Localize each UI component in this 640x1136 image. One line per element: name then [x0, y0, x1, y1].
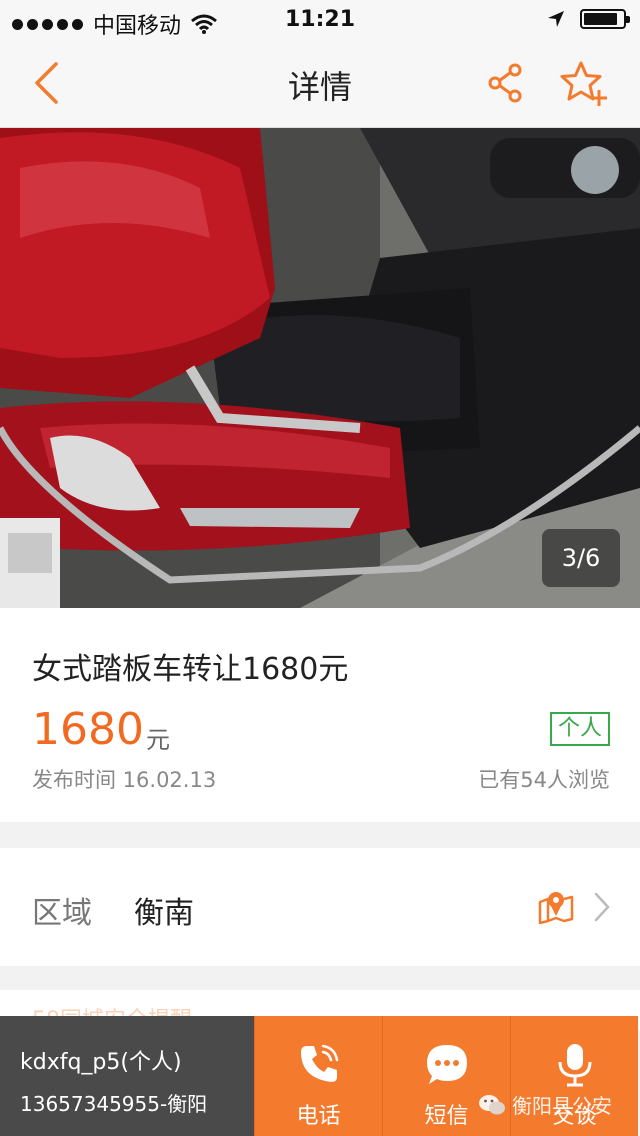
chevron-right-icon	[594, 892, 610, 922]
product-photo[interactable]: 3/6	[0, 128, 640, 608]
call-label: 电话	[296, 1104, 341, 1129]
listing-title: 女式踏板车转让1680元	[32, 652, 349, 687]
watermark-text: 衡阳县公安	[512, 1094, 612, 1118]
watermark: 衡阳县公安	[478, 1090, 612, 1119]
location-arrow-icon	[548, 11, 564, 27]
status-bar: 中国移动 11:21	[0, 0, 640, 40]
map-pin-icon	[538, 892, 574, 924]
phone-icon	[300, 1044, 338, 1082]
seller-type-badge: 个人	[549, 712, 610, 746]
seller-phone: 13657345955-衡阳	[20, 1092, 208, 1116]
seller-name: kdxfq_p5(个人)	[20, 1050, 182, 1075]
nav-bar: 详情	[0, 40, 640, 128]
wechat-icon	[479, 1094, 505, 1114]
publish-time: 发布时间 16.02.13	[32, 768, 217, 792]
region-value: 衡南	[134, 896, 194, 931]
listing-info: 女式踏板车转让1680元 1680 元 个人 发布时间 16.02.13 已有5…	[0, 608, 640, 822]
region-row[interactable]: 区域 衡南	[0, 848, 640, 966]
listing-price: 1680	[32, 704, 144, 755]
share-icon	[488, 63, 522, 103]
status-right	[546, 9, 630, 29]
message-icon	[426, 1045, 467, 1084]
favorite-button[interactable]	[556, 56, 612, 112]
star-plus-icon	[560, 61, 607, 106]
share-button[interactable]	[480, 58, 530, 108]
call-button[interactable]: 电话	[254, 1016, 382, 1136]
region-label: 区域	[32, 896, 92, 931]
photo-counter: 3/6	[542, 529, 620, 587]
microphone-icon	[558, 1044, 591, 1087]
seller-info: kdxfq_p5(个人) 13657345955-衡阳	[0, 1016, 254, 1136]
price-unit: 元	[146, 726, 170, 754]
battery-icon	[580, 9, 630, 29]
status-time: 11:21	[284, 7, 356, 32]
view-count: 已有54人浏览	[478, 768, 610, 792]
page-title: 详情	[287, 68, 352, 106]
